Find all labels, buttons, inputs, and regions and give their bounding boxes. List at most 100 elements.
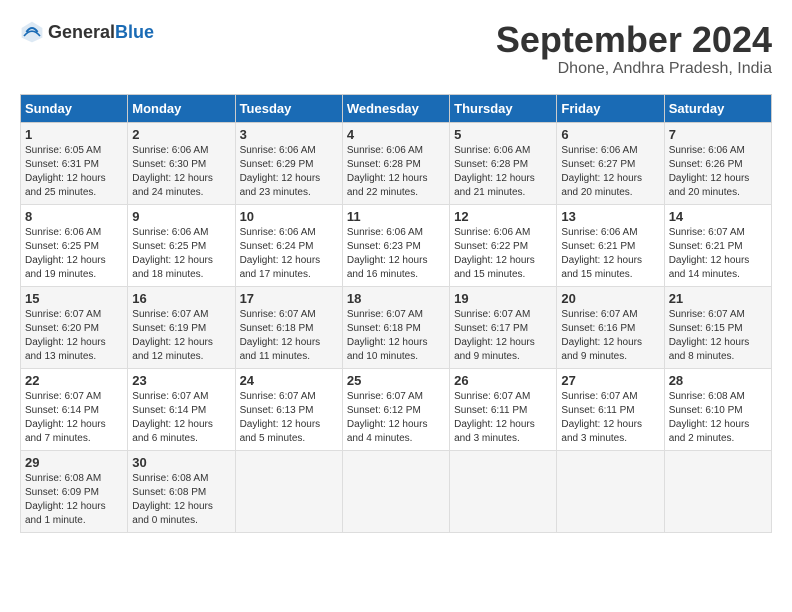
- sunset-label: Sunset: 6:27 PM: [561, 159, 635, 170]
- calendar-cell-2-1: 16 Sunrise: 6:07 AM Sunset: 6:19 PM Dayl…: [128, 286, 235, 368]
- sunset-label: Sunset: 6:15 PM: [669, 323, 743, 334]
- day-number: 30: [132, 455, 230, 470]
- daylight-label: Daylight: 12 hours: [669, 173, 750, 184]
- sunset-label: Sunset: 6:22 PM: [454, 241, 528, 252]
- daylight-minutes: and 15 minutes.: [561, 269, 632, 280]
- calendar-cell-3-0: 22 Sunrise: 6:07 AM Sunset: 6:14 PM Dayl…: [21, 368, 128, 450]
- daylight-minutes: and 21 minutes.: [454, 187, 525, 198]
- header-thursday: Thursday: [450, 94, 557, 122]
- sunrise-label: Sunrise: 6:07 AM: [669, 309, 745, 320]
- sunset-label: Sunset: 6:20 PM: [25, 323, 99, 334]
- sunset-label: Sunset: 6:19 PM: [132, 323, 206, 334]
- daylight-label: Daylight: 12 hours: [132, 255, 213, 266]
- header-saturday: Saturday: [664, 94, 771, 122]
- day-info: Sunrise: 6:06 AM Sunset: 6:28 PM Dayligh…: [347, 144, 445, 200]
- daylight-minutes: and 8 minutes.: [669, 351, 735, 362]
- day-info: Sunrise: 6:06 AM Sunset: 6:27 PM Dayligh…: [561, 144, 659, 200]
- sunrise-label: Sunrise: 6:06 AM: [240, 227, 316, 238]
- daylight-label: Daylight: 12 hours: [25, 173, 106, 184]
- logo-blue: Blue: [115, 22, 154, 42]
- calendar-cell-1-1: 9 Sunrise: 6:06 AM Sunset: 6:25 PM Dayli…: [128, 204, 235, 286]
- daylight-label: Daylight: 12 hours: [347, 419, 428, 430]
- daylight-minutes: and 10 minutes.: [347, 351, 418, 362]
- calendar-cell-0-4: 5 Sunrise: 6:06 AM Sunset: 6:28 PM Dayli…: [450, 122, 557, 204]
- week-row-4: 22 Sunrise: 6:07 AM Sunset: 6:14 PM Dayl…: [21, 368, 772, 450]
- sunset-label: Sunset: 6:25 PM: [132, 241, 206, 252]
- logo-text: GeneralBlue: [48, 22, 154, 43]
- header-sunday: Sunday: [21, 94, 128, 122]
- sunrise-label: Sunrise: 6:07 AM: [561, 309, 637, 320]
- calendar-cell-1-6: 14 Sunrise: 6:07 AM Sunset: 6:21 PM Dayl…: [664, 204, 771, 286]
- day-number: 3: [240, 127, 338, 142]
- day-info: Sunrise: 6:07 AM Sunset: 6:17 PM Dayligh…: [454, 308, 552, 364]
- day-number: 9: [132, 209, 230, 224]
- week-row-2: 8 Sunrise: 6:06 AM Sunset: 6:25 PM Dayli…: [21, 204, 772, 286]
- day-info: Sunrise: 6:07 AM Sunset: 6:20 PM Dayligh…: [25, 308, 123, 364]
- sunrise-label: Sunrise: 6:08 AM: [25, 473, 101, 484]
- sunrise-label: Sunrise: 6:07 AM: [669, 227, 745, 238]
- calendar-cell-4-0: 29 Sunrise: 6:08 AM Sunset: 6:09 PM Dayl…: [21, 450, 128, 532]
- day-number: 13: [561, 209, 659, 224]
- day-info: Sunrise: 6:08 AM Sunset: 6:09 PM Dayligh…: [25, 472, 123, 528]
- sunset-label: Sunset: 6:25 PM: [25, 241, 99, 252]
- daylight-label: Daylight: 12 hours: [561, 173, 642, 184]
- sunrise-label: Sunrise: 6:06 AM: [347, 227, 423, 238]
- calendar-cell-1-0: 8 Sunrise: 6:06 AM Sunset: 6:25 PM Dayli…: [21, 204, 128, 286]
- daylight-minutes: and 23 minutes.: [240, 187, 311, 198]
- day-info: Sunrise: 6:07 AM Sunset: 6:14 PM Dayligh…: [25, 390, 123, 446]
- daylight-label: Daylight: 12 hours: [561, 337, 642, 348]
- daylight-minutes: and 18 minutes.: [132, 269, 203, 280]
- daylight-label: Daylight: 12 hours: [25, 419, 106, 430]
- calendar-cell-0-6: 7 Sunrise: 6:06 AM Sunset: 6:26 PM Dayli…: [664, 122, 771, 204]
- sunset-label: Sunset: 6:31 PM: [25, 159, 99, 170]
- daylight-label: Daylight: 12 hours: [454, 337, 535, 348]
- day-number: 23: [132, 373, 230, 388]
- day-number: 8: [25, 209, 123, 224]
- day-number: 2: [132, 127, 230, 142]
- sunrise-label: Sunrise: 6:07 AM: [454, 309, 530, 320]
- sunrise-label: Sunrise: 6:06 AM: [669, 145, 745, 156]
- sunset-label: Sunset: 6:30 PM: [132, 159, 206, 170]
- daylight-label: Daylight: 12 hours: [454, 419, 535, 430]
- sunrise-label: Sunrise: 6:08 AM: [132, 473, 208, 484]
- calendar-cell-3-3: 25 Sunrise: 6:07 AM Sunset: 6:12 PM Dayl…: [342, 368, 449, 450]
- sunrise-label: Sunrise: 6:07 AM: [240, 309, 316, 320]
- daylight-minutes: and 3 minutes.: [454, 433, 520, 444]
- sunset-label: Sunset: 6:29 PM: [240, 159, 314, 170]
- daylight-label: Daylight: 12 hours: [454, 173, 535, 184]
- day-number: 7: [669, 127, 767, 142]
- calendar-table: Sunday Monday Tuesday Wednesday Thursday…: [20, 94, 772, 533]
- day-number: 4: [347, 127, 445, 142]
- day-info: Sunrise: 6:07 AM Sunset: 6:19 PM Dayligh…: [132, 308, 230, 364]
- day-number: 12: [454, 209, 552, 224]
- calendar-header: Sunday Monday Tuesday Wednesday Thursday…: [21, 94, 772, 122]
- sunrise-label: Sunrise: 6:07 AM: [132, 309, 208, 320]
- header-row: Sunday Monday Tuesday Wednesday Thursday…: [21, 94, 772, 122]
- header-wednesday: Wednesday: [342, 94, 449, 122]
- day-info: Sunrise: 6:06 AM Sunset: 6:25 PM Dayligh…: [132, 226, 230, 282]
- calendar-cell-2-6: 21 Sunrise: 6:07 AM Sunset: 6:15 PM Dayl…: [664, 286, 771, 368]
- calendar-cell-3-6: 28 Sunrise: 6:08 AM Sunset: 6:10 PM Dayl…: [664, 368, 771, 450]
- daylight-label: Daylight: 12 hours: [347, 173, 428, 184]
- daylight-minutes: and 16 minutes.: [347, 269, 418, 280]
- daylight-minutes: and 19 minutes.: [25, 269, 96, 280]
- sunset-label: Sunset: 6:12 PM: [347, 405, 421, 416]
- calendar-cell-3-2: 24 Sunrise: 6:07 AM Sunset: 6:13 PM Dayl…: [235, 368, 342, 450]
- sunset-label: Sunset: 6:09 PM: [25, 487, 99, 498]
- calendar-cell-4-3: [342, 450, 449, 532]
- calendar-cell-0-0: 1 Sunrise: 6:05 AM Sunset: 6:31 PM Dayli…: [21, 122, 128, 204]
- day-number: 20: [561, 291, 659, 306]
- sunset-label: Sunset: 6:11 PM: [561, 405, 634, 416]
- sunrise-label: Sunrise: 6:08 AM: [669, 391, 745, 402]
- day-number: 28: [669, 373, 767, 388]
- daylight-label: Daylight: 12 hours: [669, 419, 750, 430]
- calendar-cell-4-6: [664, 450, 771, 532]
- daylight-label: Daylight: 12 hours: [25, 501, 106, 512]
- day-number: 17: [240, 291, 338, 306]
- sunrise-label: Sunrise: 6:06 AM: [561, 227, 637, 238]
- day-info: Sunrise: 6:08 AM Sunset: 6:08 PM Dayligh…: [132, 472, 230, 528]
- sunrise-label: Sunrise: 6:06 AM: [132, 145, 208, 156]
- daylight-minutes: and 11 minutes.: [240, 351, 310, 362]
- day-info: Sunrise: 6:07 AM Sunset: 6:18 PM Dayligh…: [240, 308, 338, 364]
- daylight-label: Daylight: 12 hours: [240, 337, 321, 348]
